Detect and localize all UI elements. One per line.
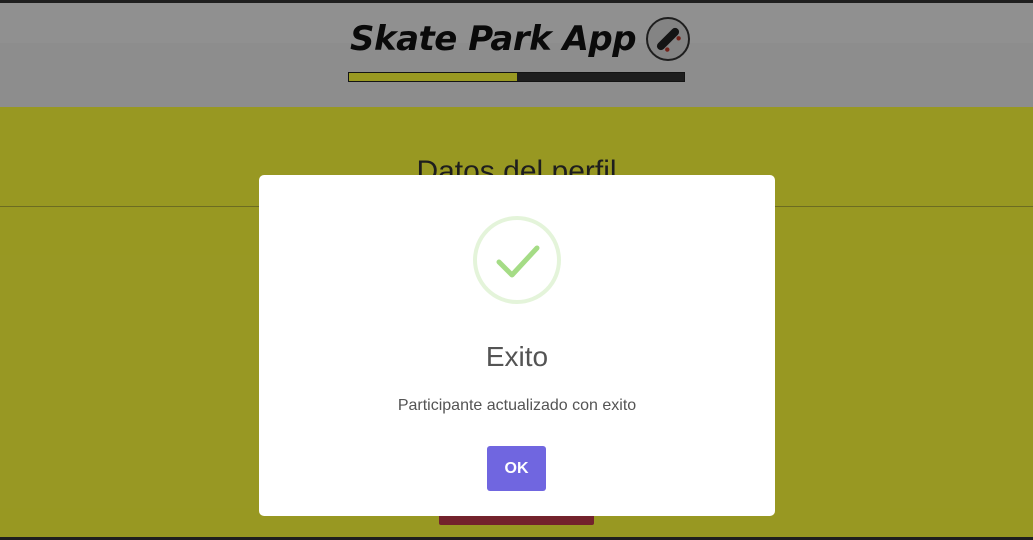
success-dialog: Exito Participante actualizado con exito…	[259, 175, 775, 516]
dialog-title: Exito	[485, 341, 549, 372]
success-check-icon	[473, 216, 561, 304]
dialog-message: Participante actualizado con exito	[397, 397, 637, 414]
app-frame: Skate Park App Datos del perfil Exito Pa…	[0, 3, 1033, 537]
ok-button[interactable]: OK	[487, 446, 546, 491]
